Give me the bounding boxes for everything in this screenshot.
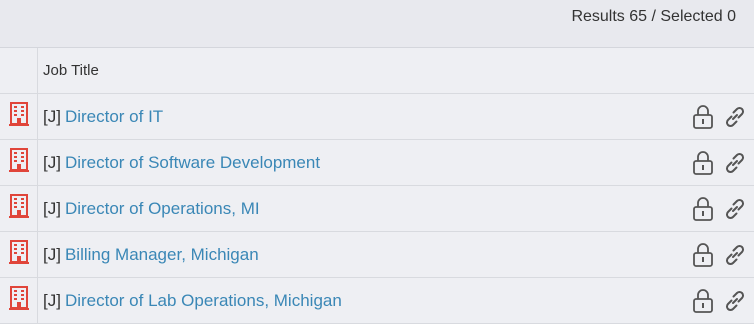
job-title-cell: [J] Director of Operations, MI <box>38 199 260 219</box>
link-icon[interactable] <box>722 242 748 268</box>
building-icon <box>8 148 29 177</box>
job-title-cell: [J] Director of IT <box>38 107 163 127</box>
job-title-link[interactable]: Director of IT <box>65 107 163 127</box>
header-gutter <box>0 48 38 93</box>
link-icon[interactable] <box>722 150 748 176</box>
record-type-prefix: [J] <box>43 152 61 172</box>
lock-icon[interactable] <box>692 150 714 176</box>
link-icon[interactable] <box>722 104 748 130</box>
record-type-prefix: [J] <box>43 290 61 310</box>
results-bar: Results 65 / Selected 0 <box>0 0 754 48</box>
lock-icon[interactable] <box>692 196 714 222</box>
record-type-prefix: [J] <box>43 106 61 126</box>
job-title-link[interactable]: Director of Lab Operations, Michigan <box>65 291 342 311</box>
link-icon[interactable] <box>722 288 748 314</box>
table-row: [J] Director of Software Development <box>0 140 754 186</box>
building-icon <box>8 286 29 315</box>
building-icon <box>8 240 29 269</box>
row-type-cell <box>0 278 38 323</box>
table-row: [J] Billing Manager, Michigan <box>0 232 754 278</box>
lock-icon[interactable] <box>692 242 714 268</box>
table-row: [J] Director of IT <box>0 94 754 140</box>
row-type-cell <box>0 232 38 277</box>
row-actions <box>692 94 748 139</box>
row-type-cell <box>0 186 38 231</box>
link-icon[interactable] <box>722 196 748 222</box>
building-icon <box>8 194 29 223</box>
column-header-job-title[interactable]: Job Title <box>38 48 99 93</box>
job-title-link[interactable]: Director of Operations, MI <box>65 199 260 219</box>
row-type-cell <box>0 94 38 139</box>
job-title-link[interactable]: Billing Manager, Michigan <box>65 245 259 265</box>
lock-icon[interactable] <box>692 288 714 314</box>
row-actions <box>692 186 748 231</box>
job-title-link[interactable]: Director of Software Development <box>65 153 320 173</box>
row-actions <box>692 140 748 185</box>
row-actions <box>692 232 748 277</box>
table-row: [J] Director of Lab Operations, Michigan <box>0 278 754 324</box>
job-title-cell: [J] Director of Software Development <box>38 153 320 173</box>
table-header: Job Title <box>0 48 754 94</box>
results-count: Results 65 / Selected 0 <box>571 8 736 25</box>
job-title-cell: [J] Director of Lab Operations, Michigan <box>38 291 342 311</box>
record-type-prefix: [J] <box>43 244 61 264</box>
table-row: [J] Director of Operations, MI <box>0 186 754 232</box>
building-icon <box>8 102 29 131</box>
job-title-cell: [J] Billing Manager, Michigan <box>38 245 259 265</box>
record-type-prefix: [J] <box>43 198 61 218</box>
row-type-cell <box>0 140 38 185</box>
row-actions <box>692 278 748 323</box>
lock-icon[interactable] <box>692 104 714 130</box>
